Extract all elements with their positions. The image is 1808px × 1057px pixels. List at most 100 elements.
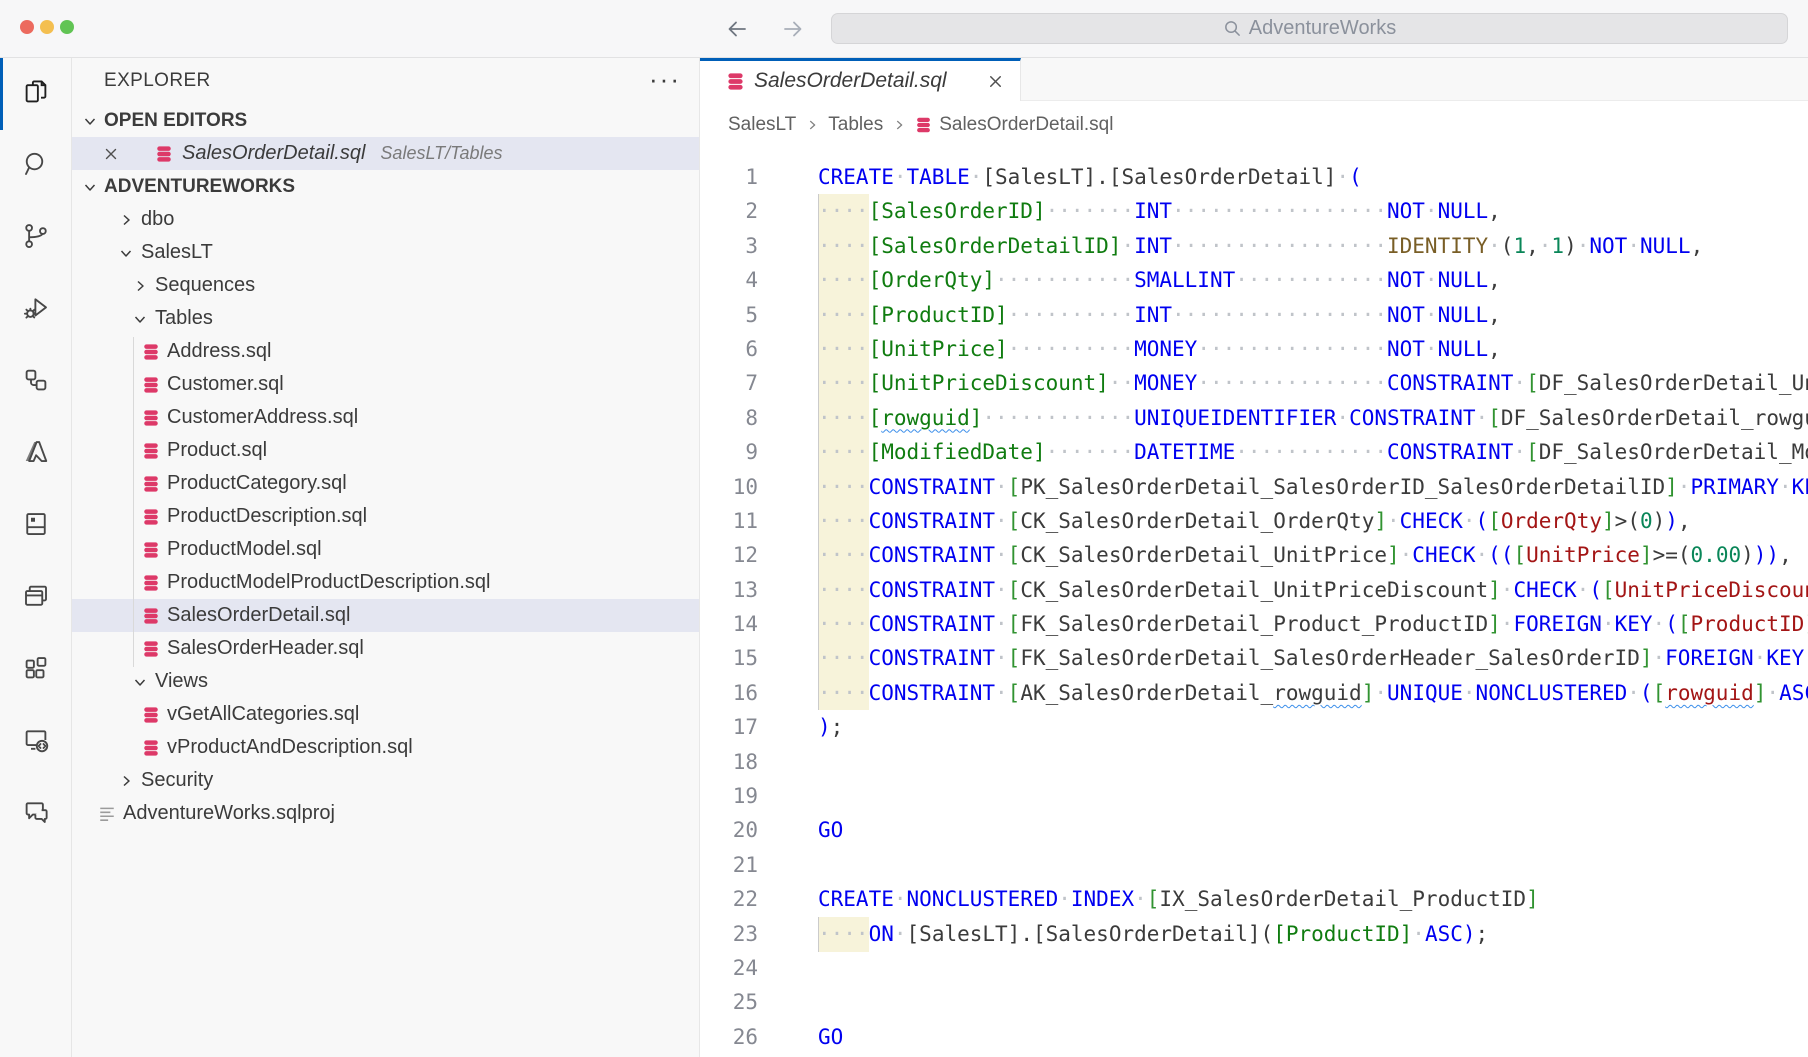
code-line-content xyxy=(758,848,818,882)
code-line-9[interactable]: 9····[ModifiedDate]·······DATETIME······… xyxy=(700,435,1808,469)
code-line-content: ····[rowguid]············UNIQUEIDENTIFIE… xyxy=(758,401,1808,435)
tree-item-productcategory-sql[interactable]: ProductCategory.sql xyxy=(72,467,699,500)
activity-bar-item-book-layout[interactable] xyxy=(0,490,72,562)
code-line-6[interactable]: 6····[UnitPrice]··········MONEY·········… xyxy=(700,332,1808,366)
navigate-forward-button[interactable] xyxy=(778,14,808,44)
code-line-17[interactable]: 17); xyxy=(700,710,1808,744)
tree-item-sequences[interactable]: Sequences xyxy=(72,269,699,302)
tab-salesorderdetail[interactable]: SalesOrderDetail.sql xyxy=(700,58,1021,101)
tree-item-productmodelproductdescription-sql[interactable]: ProductModelProductDescription.sql xyxy=(72,566,699,599)
activity-bar-item-connections[interactable] xyxy=(0,346,72,418)
activity-bar-item-comments[interactable] xyxy=(0,778,72,850)
tree-item-adventureworks-sqlproj[interactable]: AdventureWorks.sqlproj xyxy=(72,797,699,830)
database-icon xyxy=(142,508,160,526)
line-number: 5 xyxy=(700,298,758,332)
code-line-1[interactable]: 1CREATE·TABLE·[SalesLT].[SalesOrderDetai… xyxy=(700,160,1808,194)
line-number: 20 xyxy=(700,813,758,847)
code-line-19[interactable]: 19 xyxy=(700,779,1808,813)
code-line-8[interactable]: 8····[rowguid]············UNIQUEIDENTIFI… xyxy=(700,401,1808,435)
breadcrumb-item-tables[interactable]: Tables xyxy=(828,114,883,136)
tree-item-productdescription-sql[interactable]: ProductDescription.sql xyxy=(72,500,699,533)
code-line-content: ····CONSTRAINT·[AK_SalesOrderDetail_rowg… xyxy=(758,676,1808,710)
code-line-14[interactable]: 14····CONSTRAINT·[FK_SalesOrderDetail_Pr… xyxy=(700,607,1808,641)
tree-item-customeraddress-sql[interactable]: CustomerAddress.sql xyxy=(72,401,699,434)
maximize-window-button[interactable] xyxy=(60,20,74,34)
activity-bar-item-search[interactable] xyxy=(0,130,72,202)
code-line-content: GO xyxy=(758,813,843,847)
chevron-right-icon xyxy=(118,773,134,789)
breadcrumb-item-saleslt[interactable]: SalesLT xyxy=(728,114,796,136)
activity-bar-item-remote-explorer[interactable] xyxy=(0,706,72,778)
code-editor[interactable]: 1CREATE·TABLE·[SalesLT].[SalesOrderDetai… xyxy=(700,148,1808,1054)
open-editor-item[interactable]: SalesOrderDetail.sql SalesLT/Tables xyxy=(72,137,699,170)
activity-bar-item-windows[interactable] xyxy=(0,562,72,634)
code-line-24[interactable]: 24 xyxy=(700,951,1808,985)
close-window-button[interactable] xyxy=(20,20,34,34)
code-line-7[interactable]: 7····[UnitPriceDiscount]··MONEY·········… xyxy=(700,366,1808,400)
search-placeholder: AdventureWorks xyxy=(1249,17,1396,40)
code-line-25[interactable]: 25 xyxy=(700,985,1808,1019)
code-line-content: ····[SalesOrderDetailID]·INT············… xyxy=(758,229,1703,263)
tree-item-salesorderheader-sql[interactable]: SalesOrderHeader.sql xyxy=(72,632,699,665)
activity-bar-item-extensions[interactable] xyxy=(0,634,72,706)
code-line-15[interactable]: 15····CONSTRAINT·[FK_SalesOrderDetail_Sa… xyxy=(700,641,1808,675)
code-line-4[interactable]: 4····[OrderQty]···········SMALLINT······… xyxy=(700,263,1808,297)
line-number: 26 xyxy=(700,1020,758,1054)
open-editors-section-header[interactable]: OPEN EDITORS xyxy=(72,104,699,137)
activity-bar-item-source-control[interactable] xyxy=(0,202,72,274)
code-line-21[interactable]: 21 xyxy=(700,848,1808,882)
command-center-search[interactable]: AdventureWorks xyxy=(831,13,1788,44)
tree-item-vproductanddescription-sql[interactable]: vProductAndDescription.sql xyxy=(72,731,699,764)
line-number: 15 xyxy=(700,641,758,675)
code-line-20[interactable]: 20GO xyxy=(700,813,1808,847)
tree-item-salesorderdetail-sql[interactable]: SalesOrderDetail.sql xyxy=(72,599,699,632)
breadcrumb-item-salesorderdetail-sql[interactable]: SalesOrderDetail.sql xyxy=(915,114,1113,136)
code-line-23[interactable]: 23····ON·[SalesLT].[SalesOrderDetail]([P… xyxy=(700,917,1808,951)
tree-item-security[interactable]: Security xyxy=(72,764,699,797)
code-line-18[interactable]: 18 xyxy=(700,745,1808,779)
ellipsis-icon[interactable]: ··· xyxy=(649,66,681,92)
minimize-window-button[interactable] xyxy=(40,20,54,34)
code-line-5[interactable]: 5····[ProductID]··········INT···········… xyxy=(700,298,1808,332)
activity-bar-item-run-debug[interactable] xyxy=(0,274,72,346)
code-line-10[interactable]: 10····CONSTRAINT·[PK_SalesOrderDetail_Sa… xyxy=(700,470,1808,504)
tree-item-views[interactable]: Views xyxy=(72,665,699,698)
explorer-sidebar: EXPLORER ··· OPEN EDITORS SalesOrderDeta… xyxy=(72,58,700,1057)
line-number: 9 xyxy=(700,435,758,469)
close-icon[interactable] xyxy=(986,72,1004,90)
code-line-26[interactable]: 26GO xyxy=(700,1020,1808,1054)
code-line-content: ····CONSTRAINT·[CK_SalesOrderDetail_Orde… xyxy=(758,504,1691,538)
line-number: 11 xyxy=(700,504,758,538)
chevron-down-icon xyxy=(82,113,98,129)
code-line-22[interactable]: 22CREATE·NONCLUSTERED·INDEX·[IX_SalesOrd… xyxy=(700,882,1808,916)
line-number: 3 xyxy=(700,229,758,263)
code-line-12[interactable]: 12····CONSTRAINT·[CK_SalesOrderDetail_Un… xyxy=(700,538,1808,572)
breadcrumb: SalesLT Tables SalesOrderDetail.sql xyxy=(700,101,1808,148)
tree-item-address-sql[interactable]: Address.sql xyxy=(72,335,699,368)
tree-item-label: vProductAndDescription.sql xyxy=(167,736,413,759)
tree-item-label: Address.sql xyxy=(167,340,272,363)
close-icon[interactable] xyxy=(102,145,120,163)
remote-monitor-icon xyxy=(21,725,51,760)
code-line-2[interactable]: 2····[SalesOrderID]·······INT···········… xyxy=(700,194,1808,228)
code-line-16[interactable]: 16····CONSTRAINT·[AK_SalesOrderDetail_ro… xyxy=(700,676,1808,710)
tree-item-productmodel-sql[interactable]: ProductModel.sql xyxy=(72,533,699,566)
code-line-11[interactable]: 11····CONSTRAINT·[CK_SalesOrderDetail_Or… xyxy=(700,504,1808,538)
activity-bar-item-explorer[interactable] xyxy=(0,58,72,130)
code-line-content xyxy=(758,745,818,779)
activity-bar-item-azure[interactable] xyxy=(0,418,72,490)
tree-item-dbo[interactable]: dbo xyxy=(72,203,699,236)
tree-item-saleslt[interactable]: SalesLT xyxy=(72,236,699,269)
tree-item-tables[interactable]: Tables xyxy=(72,302,699,335)
tree-item-customer-sql[interactable]: Customer.sql xyxy=(72,368,699,401)
line-number: 19 xyxy=(700,779,758,813)
code-line-3[interactable]: 3····[SalesOrderDetailID]·INT···········… xyxy=(700,229,1808,263)
navigate-back-button[interactable] xyxy=(722,14,752,44)
code-line-13[interactable]: 13····CONSTRAINT·[CK_SalesOrderDetail_Un… xyxy=(700,573,1808,607)
line-number: 8 xyxy=(700,401,758,435)
project-section-header[interactable]: ADVENTUREWORKS xyxy=(72,170,699,203)
database-icon xyxy=(726,72,744,90)
tree-item-vgetallcategories-sql[interactable]: vGetAllCategories.sql xyxy=(72,698,699,731)
tab-title: SalesOrderDetail.sql xyxy=(754,69,976,93)
tree-item-product-sql[interactable]: Product.sql xyxy=(72,434,699,467)
